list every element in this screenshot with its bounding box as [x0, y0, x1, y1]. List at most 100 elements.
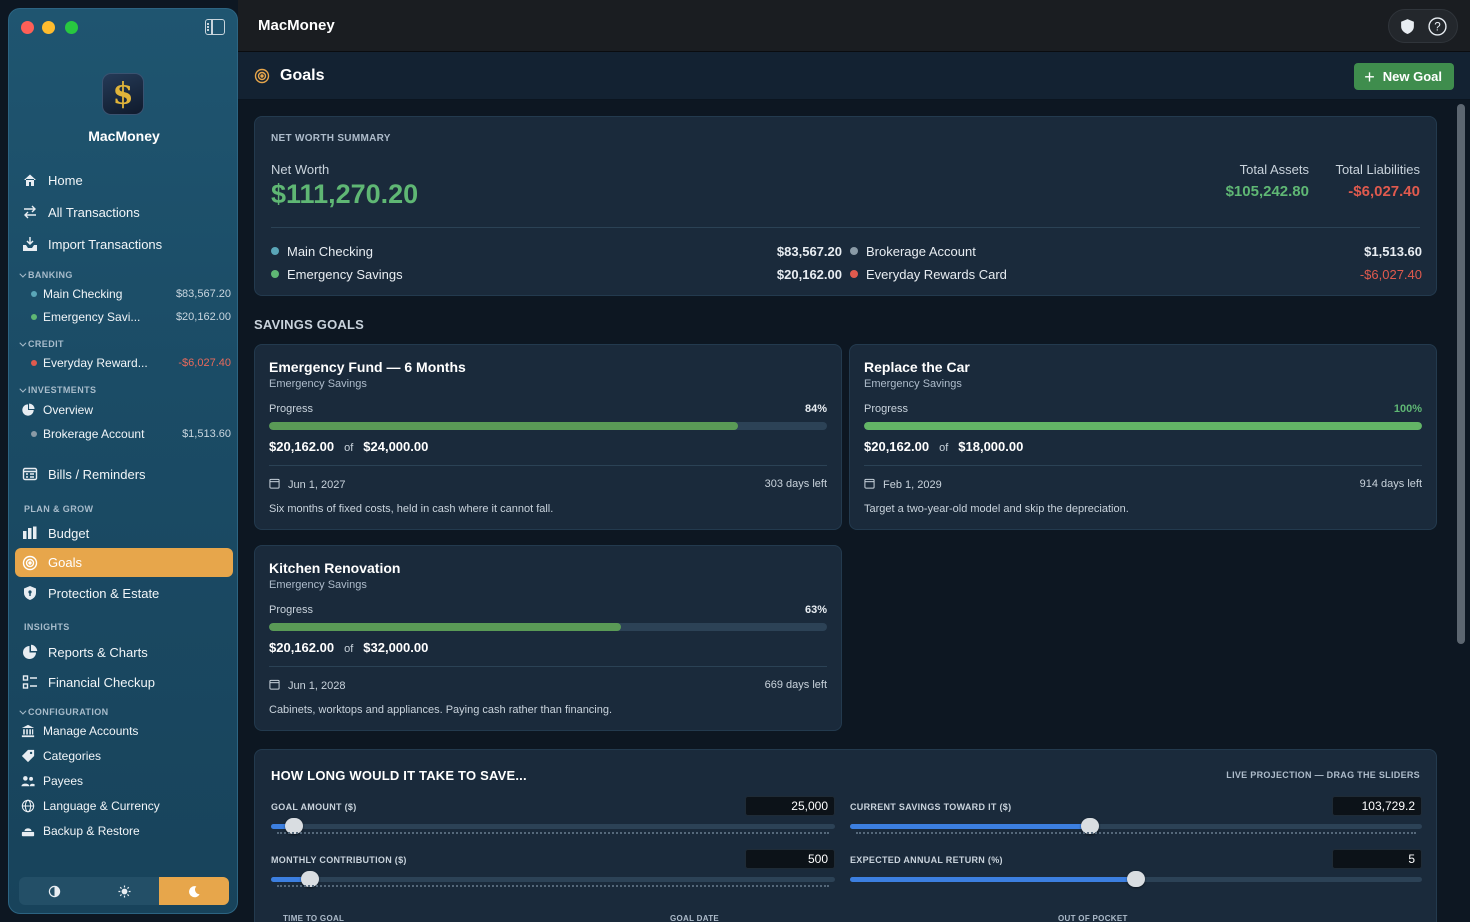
calendar-icon: [864, 478, 875, 492]
days-left: 669 days left: [764, 679, 827, 691]
theme-auto-button[interactable]: [19, 877, 89, 905]
help-icon[interactable]: ?: [1428, 16, 1447, 36]
sidebar-item-goals[interactable]: Goals: [15, 548, 233, 577]
bar-chart-icon: [22, 525, 38, 541]
progress-label: Progress: [864, 403, 909, 415]
sidebar-item-categories[interactable]: Categories: [21, 745, 231, 767]
calculator-hint: LIVE PROJECTION — DRAG THE SLIDERS: [1226, 770, 1420, 780]
sidebar-item-manage-accounts[interactable]: Manage Accounts: [21, 720, 231, 742]
annual-return-slider[interactable]: [850, 871, 1422, 887]
tag-icon: [21, 749, 35, 763]
divider: [864, 465, 1422, 466]
progress-bar: [864, 422, 1422, 430]
sidebar-item-investments-overview[interactable]: Overview: [21, 399, 231, 421]
goal-amount-input[interactable]: [745, 796, 835, 816]
goal-card[interactable]: Kitchen Renovation Emergency Savings Pro…: [254, 545, 842, 731]
privacy-shield-icon[interactable]: [1399, 18, 1416, 35]
goal-amounts: $20,162.00 of $32,000.00: [269, 640, 429, 655]
goal-note: Target a two-year-old model and skip the…: [864, 503, 1129, 515]
goal-note: Six months of fixed costs, held in cash …: [269, 503, 554, 515]
sidebar-item-bills-reminders[interactable]: Bills / Reminders: [15, 460, 233, 488]
close-window-button[interactable]: [21, 21, 34, 34]
net-worth-value: $111,270.20: [271, 179, 419, 209]
svg-text:?: ?: [1434, 20, 1441, 33]
section-investments[interactable]: INVESTMENTS: [19, 385, 96, 395]
sidebar-item-payees[interactable]: Payees: [21, 770, 231, 792]
result-out-of-pocket: OUT OF POCKET: [1058, 914, 1128, 922]
progress-label: Progress: [269, 604, 314, 616]
goal-account: Emergency Savings: [864, 378, 962, 390]
page-title: Goals: [280, 67, 325, 84]
section-credit[interactable]: CREDIT: [19, 339, 64, 349]
theme-light-button[interactable]: [89, 877, 159, 905]
people-icon: [21, 774, 35, 788]
sidebar-item-label: Home: [48, 172, 83, 188]
bank-icon: [21, 724, 35, 738]
home-icon: [22, 172, 38, 188]
calendar-list-icon: [22, 466, 38, 482]
days-left: 303 days left: [764, 478, 827, 490]
progress-fill: [269, 422, 738, 430]
sidebar-item-import-transactions[interactable]: Import Transactions: [15, 230, 233, 258]
progress-fill: [269, 623, 621, 631]
monthly-contribution-input[interactable]: [745, 849, 835, 869]
vertical-scrollbar[interactable]: [1457, 104, 1465, 644]
current-savings-input[interactable]: [1332, 796, 1422, 816]
account-dot: [31, 291, 37, 297]
net-worth-label: Net Worth: [271, 162, 330, 177]
title-bar: MacMoney ?: [238, 0, 1470, 52]
sidebar-account-emergency-savings[interactable]: Emergency Savi... $20,162.00: [31, 307, 231, 327]
sidebar-account-brokerage[interactable]: Brokerage Account $1,513.60: [31, 424, 231, 444]
section-configuration[interactable]: CONFIGURATION: [19, 707, 109, 717]
sidebar-item-label: All Transactions: [48, 204, 140, 220]
sidebar-account-everyday-rewards[interactable]: Everyday Reward... -$6,027.40: [31, 353, 231, 373]
new-goal-button[interactable]: + New Goal: [1354, 63, 1454, 90]
sidebar-account-main-checking[interactable]: Main Checking $83,567.20: [31, 284, 231, 304]
arrows-swap-icon: [22, 204, 38, 220]
annual-return-input[interactable]: [1332, 849, 1422, 869]
title-actions: ?: [1388, 9, 1458, 43]
import-tray-icon: [22, 236, 38, 252]
account-row[interactable]: Main Checking $83,567.20: [271, 242, 842, 260]
sidebar-item-all-transactions[interactable]: All Transactions: [15, 198, 233, 226]
zoom-window-button[interactable]: [65, 21, 78, 34]
goal-card[interactable]: Replace the Car Emergency Savings Progre…: [849, 344, 1437, 530]
days-left: 914 days left: [1359, 478, 1422, 490]
theme-dark-button[interactable]: [159, 877, 229, 905]
current-savings-slider[interactable]: [850, 818, 1422, 834]
goal-amount-slider[interactable]: [271, 818, 835, 834]
minimize-window-button[interactable]: [42, 21, 55, 34]
divider: [269, 465, 827, 466]
theme-switcher: [19, 877, 229, 905]
drive-backup-icon: [21, 824, 35, 838]
sidebar: $ MacMoney Home All Transactions Import …: [8, 8, 238, 914]
sidebar-item-language-currency[interactable]: Language & Currency: [21, 795, 231, 817]
monthly-contribution-slider[interactable]: [271, 871, 835, 887]
savings-goals-heading: SAVINGS GOALS: [254, 317, 364, 332]
section-plan-grow: PLAN & GROW: [24, 504, 94, 514]
progress-percent: 100%: [1393, 403, 1422, 415]
sidebar-item-protection-estate[interactable]: Protection & Estate: [15, 579, 233, 607]
slider-thumb[interactable]: [1127, 871, 1145, 887]
account-row[interactable]: Brokerage Account $1,513.60: [850, 242, 1422, 260]
shield-icon: [22, 585, 38, 601]
total-assets: Total Assets $105,242.80: [1225, 162, 1309, 200]
sidebar-item-reports-charts[interactable]: Reports & Charts: [15, 638, 233, 666]
calendar-icon: [269, 478, 280, 492]
account-row[interactable]: Everyday Rewards Card -$6,027.40: [850, 265, 1422, 283]
section-banking[interactable]: BANKING: [19, 270, 73, 280]
goal-card[interactable]: Emergency Fund — 6 Months Emergency Savi…: [254, 344, 842, 530]
pie-chart-icon: [21, 403, 35, 417]
sidebar-item-backup-restore[interactable]: Backup & Restore: [21, 820, 231, 842]
slider-ticks: [856, 832, 1416, 834]
sidebar-item-budget[interactable]: Budget: [15, 519, 233, 547]
page-header: Goals + New Goal: [238, 52, 1470, 100]
sidebar-item-home[interactable]: Home: [15, 166, 233, 194]
sidebar-item-financial-checkup[interactable]: Financial Checkup: [15, 668, 233, 696]
result-goal-date: GOAL DATE: [670, 914, 720, 922]
account-dot: [31, 360, 37, 366]
account-dot: [271, 247, 279, 255]
window-title: MacMoney: [258, 17, 335, 34]
account-row[interactable]: Emergency Savings $20,162.00: [271, 265, 842, 283]
sidebar-toggle-icon[interactable]: [205, 19, 225, 35]
